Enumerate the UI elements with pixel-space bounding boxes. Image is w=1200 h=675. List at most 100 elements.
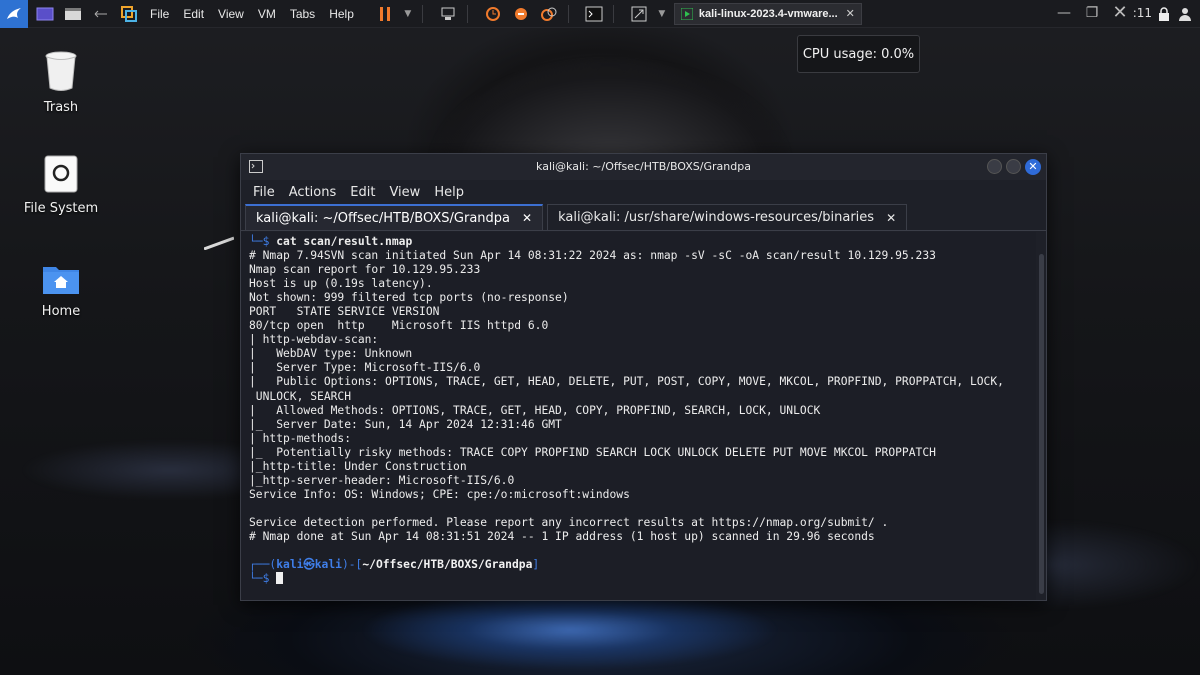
vm-tab-label: kali-linux-2023.4-vmware... xyxy=(698,7,838,20)
output-line: | http-methods: xyxy=(249,431,358,445)
toolbar-divider xyxy=(421,4,423,23)
tab-binaries[interactable]: kali@kali: /usr/share/windows-resources/… xyxy=(547,204,908,230)
output-line: | Allowed Methods: OPTIONS, TRACE, GET, … xyxy=(249,403,821,417)
term-menu-actions[interactable]: Actions xyxy=(289,185,337,200)
output-line: | WebDAV type: Unknown xyxy=(249,347,413,361)
workspace-icon[interactable] xyxy=(34,3,56,25)
wallpaper-water-highlight xyxy=(360,590,780,670)
kali-dragon-icon xyxy=(7,7,21,19)
prompt-bracket: )-[ xyxy=(341,558,363,572)
command-line: └─$ cat scan/result.nmap xyxy=(249,235,1036,249)
prompt-prefix: ┌──( xyxy=(249,558,277,572)
output-line: # Nmap 7.94SVN scan initiated Sun Apr 14… xyxy=(249,249,936,263)
user-icon[interactable] xyxy=(1178,6,1192,25)
top-panel: File Edit View VM Tabs Help ▼ ▼ kali-lin… xyxy=(0,0,1200,28)
menu-edit[interactable]: Edit xyxy=(183,7,204,21)
terminal-menubar: File Actions Edit View Help xyxy=(241,180,1046,204)
snapshot-icon[interactable] xyxy=(482,3,504,25)
minimize-button[interactable] xyxy=(987,159,1002,174)
menu-file[interactable]: File xyxy=(150,7,169,21)
files-icon[interactable] xyxy=(62,3,84,25)
vmware-logo-icon xyxy=(118,3,140,25)
close-icon[interactable]: ✕ xyxy=(1110,3,1130,23)
output-line: # Nmap done at Sun Apr 14 08:31:51 2024 … xyxy=(249,529,875,543)
close-icon[interactable]: ✕ xyxy=(522,211,532,225)
output-line: | http-webdav-scan: xyxy=(249,333,386,347)
close-icon[interactable]: ✕ xyxy=(846,7,855,20)
vm-running-icon xyxy=(680,7,693,20)
desktop-icon-label: File System xyxy=(23,201,99,216)
tab-label: kali@kali: ~/Offsec/HTB/BOXS/Grandpa xyxy=(256,210,510,226)
send-ctrl-alt-del-icon[interactable] xyxy=(437,3,459,25)
desktop-icon-trash[interactable]: Trash xyxy=(1,50,121,115)
tab-label: kali@kali: /usr/share/windows-resources/… xyxy=(558,210,875,225)
desktop-icon-label: Home xyxy=(41,304,81,319)
cpu-usage-tooltip: CPU usage: 0.0% xyxy=(797,35,920,73)
chevron-down-icon[interactable]: ▼ xyxy=(402,3,414,25)
menu-help[interactable]: Help xyxy=(329,7,354,21)
command-text: cat scan/result.nmap xyxy=(276,235,413,248)
term-menu-help[interactable]: Help xyxy=(434,185,464,200)
terminal-titlebar[interactable]: kali@kali: ~/Offsec/HTB/BOXS/Grandpa ✕ xyxy=(241,154,1046,180)
desktop-icon-label: Trash xyxy=(43,100,79,115)
text-cursor xyxy=(276,572,284,585)
chevron-down-icon[interactable]: ▼ xyxy=(656,3,668,25)
prompt-dollar: └─$ xyxy=(249,572,277,586)
menu-tabs[interactable]: Tabs xyxy=(290,7,315,21)
drive-icon xyxy=(44,155,78,193)
output-line: PORT STATE SERVICE VERSION xyxy=(249,305,440,319)
close-icon[interactable]: ✕ xyxy=(886,211,896,225)
output-line: 80/tcp open http Microsoft IIS httpd 6.0 xyxy=(249,319,549,333)
wallpaper-streak xyxy=(204,236,234,250)
trash-icon xyxy=(45,51,77,91)
window-controls: — ❐ ✕ xyxy=(1046,3,1130,23)
prompt-user: kali㉿kali xyxy=(276,558,342,572)
menu-vm[interactable]: VM xyxy=(258,7,276,21)
prompt-bracket-close: ] xyxy=(532,558,540,572)
console-view-icon[interactable] xyxy=(583,3,605,25)
window-title: kali@kali: ~/Offsec/HTB/BOXS/Grandpa xyxy=(536,160,751,173)
term-menu-edit[interactable]: Edit xyxy=(350,185,375,200)
vm-tab[interactable]: kali-linux-2023.4-vmware... ✕ xyxy=(673,2,862,25)
term-menu-file[interactable]: File xyxy=(253,185,275,200)
output-line: Not shown: 999 filtered tcp ports (no-re… xyxy=(249,291,569,305)
clock: :11 xyxy=(1132,6,1152,20)
maximize-button[interactable] xyxy=(1006,159,1021,174)
terminal-console[interactable]: └─$ cat scan/result.nmap # Nmap 7.94SVN … xyxy=(241,232,1036,600)
toolbar-divider xyxy=(567,4,569,23)
prompt-line-2: └─$ xyxy=(249,572,1036,586)
output-line: Nmap scan report for 10.129.95.233 xyxy=(249,263,481,277)
kali-menu-button[interactable] xyxy=(0,0,28,28)
output-line: Service detection performed. Please repo… xyxy=(249,515,889,529)
output-line: |_http-server-header: Microsoft-IIS/6.0 xyxy=(249,473,515,487)
maximize-icon[interactable]: ❐ xyxy=(1082,3,1102,23)
output-line: | Public Options: OPTIONS, TRACE, GET, H… xyxy=(249,375,1004,389)
desktop-icon-home[interactable]: Home xyxy=(1,262,121,319)
snapshot-manager-icon[interactable] xyxy=(538,3,560,25)
term-menu-view[interactable]: View xyxy=(389,185,420,200)
desktop-icon-file-system[interactable]: File System xyxy=(1,155,121,216)
vmware-menubar: File Edit View VM Tabs Help xyxy=(150,7,368,21)
output-line: | Server Type: Microsoft-IIS/6.0 xyxy=(249,361,481,375)
prompt-tail: └─$ xyxy=(249,235,277,248)
terminal-scrollbar[interactable] xyxy=(1039,254,1044,594)
tab-grandpa[interactable]: kali@kali: ~/Offsec/HTB/BOXS/Grandpa ✕ xyxy=(245,204,544,230)
command-output: # Nmap 7.94SVN scan initiated Sun Apr 14… xyxy=(249,249,1036,558)
output-line: |_ Server Date: Sun, 14 Apr 2024 12:31:4… xyxy=(249,417,562,431)
toolbar-divider xyxy=(466,4,468,23)
lock-icon[interactable] xyxy=(1158,6,1170,25)
revert-snapshot-icon[interactable] xyxy=(510,3,532,25)
fullscreen-icon[interactable] xyxy=(628,3,650,25)
minimize-icon[interactable]: — xyxy=(1054,3,1074,23)
output-line: UNLOCK, SEARCH xyxy=(249,389,352,403)
prompt-path: ~/Offsec/HTB/BOXS/Grandpa xyxy=(362,558,533,572)
terminal-window[interactable]: kali@kali: ~/Offsec/HTB/BOXS/Grandpa ✕ F… xyxy=(240,153,1047,601)
output-line: |_http-title: Under Construction xyxy=(249,459,467,473)
output-line: |_ Potentially risky methods: TRACE COPY… xyxy=(249,445,936,459)
pause-icon[interactable] xyxy=(374,3,396,25)
menu-view[interactable]: View xyxy=(218,7,244,21)
close-button[interactable]: ✕ xyxy=(1025,159,1041,175)
fit-guest-icon[interactable] xyxy=(90,3,112,25)
